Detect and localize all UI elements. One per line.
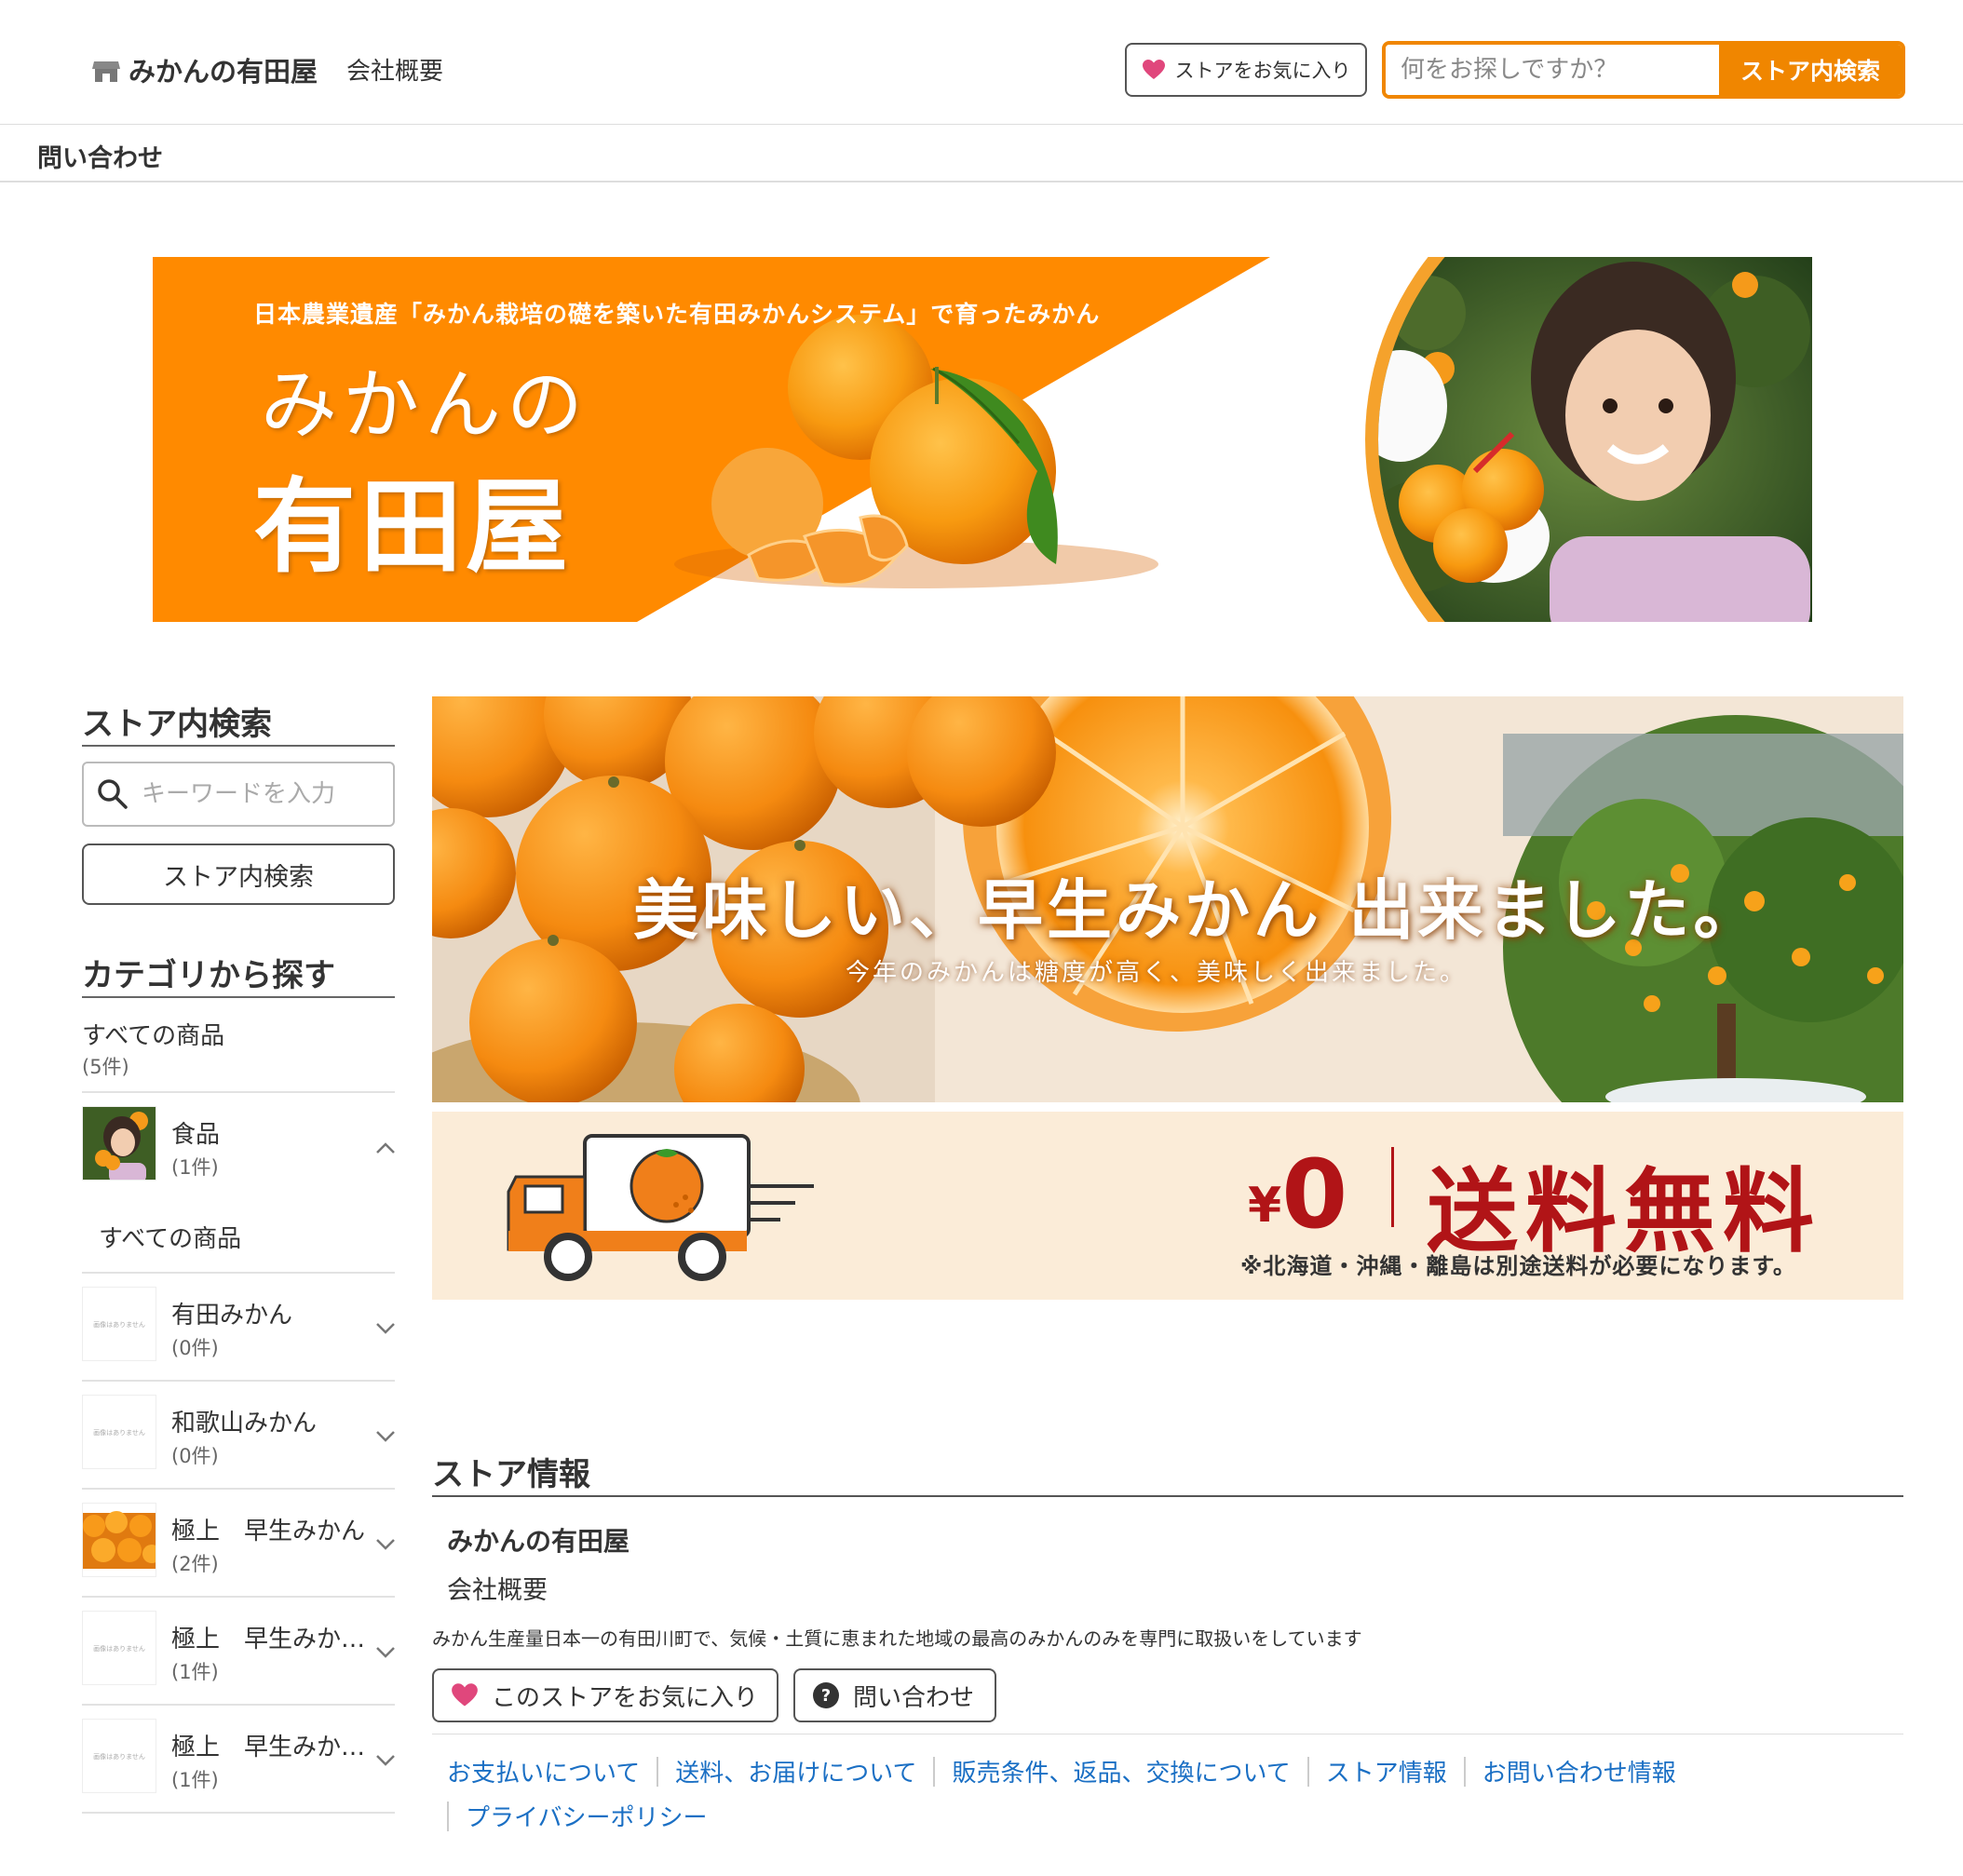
- category-count: (1件): [171, 1661, 219, 1683]
- wase-banner-subtitle: 今年のみかんは糖度が高く、美味しく出来ました。: [846, 959, 1468, 987]
- store-info-company-link[interactable]: 会社概要: [447, 1570, 548, 1606]
- keyword-input[interactable]: [140, 773, 382, 816]
- yen-symbol: ¥: [1248, 1178, 1282, 1234]
- no-image-placeholder: 画像はありません: [93, 1429, 145, 1437]
- category-photo-oranges: [83, 1504, 156, 1576]
- shipping-note: ※北海道・沖縄・離島は別途送料が必要になります。: [1240, 1253, 1796, 1279]
- chevron-down-icon[interactable]: [372, 1639, 399, 1665]
- favorite-this-store-button[interactable]: このストアをお気に入り: [432, 1668, 778, 1722]
- sidebar-search-heading: ストア内検索: [82, 706, 272, 743]
- contact-button-label: 問い合わせ: [853, 1683, 975, 1712]
- store-policy-links: お支払いについて 送料、お届けについて 販売条件、返品、交換について ストア情報…: [447, 1754, 1676, 1788]
- link-separator: [933, 1756, 936, 1787]
- subcategory-all-products[interactable]: すべての商品: [99, 1220, 241, 1254]
- no-image-placeholder: 画像はありません: [93, 1753, 145, 1761]
- keyword-search-box: [82, 762, 395, 827]
- shipping-price: ¥0: [1248, 1140, 1347, 1250]
- store-description: みかん生産量日本一の有田川町で、気候・土質に恵まれた地域の最高のみかんのみを専門…: [432, 1627, 1362, 1650]
- category-count: (5件): [82, 1056, 129, 1078]
- chevron-down-icon[interactable]: [372, 1747, 399, 1773]
- category-thumbnail[interactable]: 画像はありません: [82, 1719, 156, 1793]
- link-separator: [657, 1756, 659, 1787]
- store-policy-links-row2: プライバシーポリシー: [447, 1799, 707, 1833]
- heart-icon: [1142, 60, 1165, 79]
- category-divider: [82, 1272, 395, 1274]
- link-separator: [447, 1801, 449, 1831]
- search-icon: [98, 779, 128, 809]
- link-separator: [1463, 1756, 1466, 1787]
- store-info-name[interactable]: みかんの有田屋: [447, 1521, 630, 1559]
- favorite-store-button[interactable]: ストアをお気に入り: [1125, 43, 1367, 97]
- category-divider: [82, 1380, 395, 1382]
- hero-subtitle: 日本農業遺産「みかん栽培の礎を築いた有田みかんシステム」で育ったみかん: [253, 301, 1101, 328]
- shipping-price-value: 0: [1281, 1140, 1348, 1250]
- sidebar-search-button[interactable]: ストア内検索: [82, 844, 395, 905]
- category-thumbnail[interactable]: [82, 1503, 156, 1577]
- contact-info-link[interactable]: お問い合わせ情報: [1482, 1754, 1676, 1788]
- store-icon: [92, 61, 120, 82]
- category-name[interactable]: 極上 早生みかん: [171, 1512, 365, 1546]
- wase-banner-title: 美味しい、早生みかん 出来ました。: [633, 871, 1763, 949]
- header-search-button[interactable]: ストア内検索: [1719, 45, 1902, 95]
- favorite-this-store-label: このストアをお気に入り: [492, 1683, 759, 1712]
- category-divider: [82, 1488, 395, 1490]
- category-heading: カテゴリから探す: [82, 957, 335, 994]
- category-divider: [82, 1812, 395, 1814]
- svg-text:?: ?: [821, 1686, 831, 1706]
- returns-info-link[interactable]: 販売条件、返品、交換について: [952, 1754, 1290, 1788]
- category-name[interactable]: 有田みかん: [171, 1296, 292, 1330]
- sub-navigation: [0, 125, 1963, 182]
- category-thumbnail[interactable]: 画像はありません: [82, 1611, 156, 1685]
- store-info-link[interactable]: ストア情報: [1326, 1754, 1447, 1788]
- chevron-down-icon[interactable]: [372, 1423, 399, 1449]
- help-icon: ?: [813, 1682, 839, 1708]
- header-search-bar: ストア内検索: [1382, 41, 1905, 99]
- company-overview-link[interactable]: 会社概要: [346, 52, 443, 87]
- contact-link[interactable]: 問い合わせ: [37, 138, 163, 174]
- shipping-divider: [1391, 1147, 1394, 1227]
- payment-info-link[interactable]: お支払いについて: [447, 1754, 640, 1788]
- contact-button[interactable]: ? 問い合わせ: [793, 1668, 996, 1722]
- category-thumbnail[interactable]: 画像はありません: [82, 1287, 156, 1361]
- chevron-down-icon[interactable]: [372, 1531, 399, 1557]
- category-count: (2件): [171, 1553, 219, 1575]
- category-thumbnail[interactable]: [82, 1106, 156, 1181]
- link-separator: [1306, 1756, 1309, 1787]
- store-info-divider: [432, 1495, 1903, 1497]
- chevron-down-icon[interactable]: [372, 1315, 399, 1341]
- category-name[interactable]: 食品: [171, 1115, 220, 1150]
- sidebar-divider: [82, 996, 395, 998]
- privacy-policy-link[interactable]: プライバシーポリシー: [466, 1799, 707, 1833]
- category-divider: [82, 1704, 395, 1706]
- category-count: (0件): [171, 1337, 219, 1359]
- header-search-input[interactable]: [1386, 45, 1719, 95]
- store-info-heading: ストア情報: [432, 1456, 590, 1493]
- category-name[interactable]: 極上 早生みか…: [171, 1620, 365, 1654]
- category-thumbnail[interactable]: 画像はありません: [82, 1395, 156, 1469]
- delivery-truck-icon: [507, 1134, 814, 1281]
- category-divider: [82, 1091, 395, 1093]
- favorite-store-label: ストアをお気に入り: [1174, 60, 1351, 82]
- sidebar-divider: [82, 745, 395, 747]
- shipping-info-link[interactable]: 送料、お届けについて: [675, 1754, 916, 1788]
- category-all-products[interactable]: すべての商品: [82, 1017, 224, 1051]
- hero-title-line1: みかんの: [261, 361, 589, 450]
- category-photo-girl: [83, 1107, 156, 1180]
- category-name[interactable]: 極上 早生みか…: [171, 1728, 365, 1762]
- heart-icon: [452, 1683, 478, 1707]
- chevron-up-icon[interactable]: [372, 1136, 399, 1162]
- no-image-placeholder: 画像はありません: [93, 1321, 145, 1329]
- category-count: (1件): [171, 1156, 219, 1179]
- no-image-placeholder: 画像はありません: [93, 1645, 145, 1653]
- category-count: (1件): [171, 1769, 219, 1791]
- hero-title-line2: 有田屋: [253, 466, 572, 587]
- category-name[interactable]: 和歌山みかん: [171, 1404, 317, 1438]
- category-count: (0件): [171, 1445, 219, 1467]
- category-divider: [82, 1596, 395, 1598]
- store-name-link[interactable]: みかんの有田屋: [129, 50, 318, 89]
